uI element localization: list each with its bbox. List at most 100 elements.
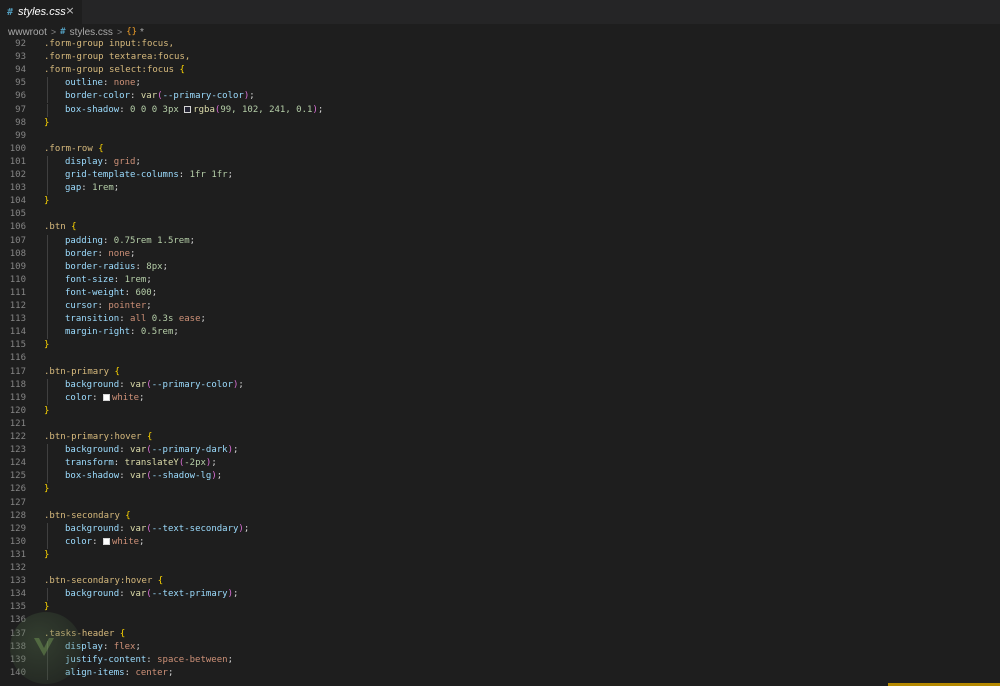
code-line[interactable]: 112 cursor: pointer; <box>0 300 1000 314</box>
code-line[interactable]: 130 color: white; <box>0 535 1000 549</box>
code-line[interactable]: 117 .btn-primary { <box>0 366 1000 379</box>
code-line[interactable]: 129 background: var(--text-secondary); <box>0 522 1000 536</box>
code-token: color <box>65 536 93 547</box>
line-number: 135 <box>9 602 26 613</box>
code-token: background <box>65 589 120 600</box>
code-token: box-shadow <box>65 471 120 482</box>
code-line[interactable]: 136 <box>0 614 1000 627</box>
code-text: align-items: center; <box>65 667 173 680</box>
close-icon[interactable]: × <box>64 5 76 17</box>
code-line[interactable]: 107 padding: 0.75rem 1.5rem; <box>0 234 1000 248</box>
indent-guide <box>47 535 48 549</box>
code-line[interactable]: 131} <box>0 549 1000 562</box>
code-line[interactable]: 113 transition: all 0.3s ease; <box>0 313 1000 327</box>
code-line[interactable]: 105 <box>0 208 1000 221</box>
code-line[interactable]: 115} <box>0 339 1000 352</box>
code-line[interactable]: 139 justify-content: space-between; <box>0 653 1000 667</box>
code-line[interactable]: 98} <box>0 117 1000 130</box>
code-line[interactable]: 126} <box>0 483 1000 496</box>
code-line[interactable]: 111 font-weight: 600; <box>0 286 1000 300</box>
indent-guide <box>47 653 48 667</box>
breadcrumb-file[interactable]: styles.css <box>70 27 113 38</box>
code-text: } <box>44 405 49 418</box>
code-line[interactable]: 114 margin-right: 0.5rem; <box>0 326 1000 340</box>
code-token: transform <box>65 458 114 469</box>
code-line[interactable]: 108 border: none; <box>0 247 1000 261</box>
code-line[interactable]: 122 .btn-primary:hover { <box>0 431 1000 444</box>
code-line[interactable]: 118 background: var(--primary-color); <box>0 378 1000 392</box>
code-token: 0.5rem <box>140 327 174 338</box>
breadcrumb-folder[interactable]: wwwroot <box>8 27 47 38</box>
line-number: 100 <box>9 143 26 154</box>
code-token: : <box>113 458 125 469</box>
code-line[interactable]: 127 <box>0 497 1000 510</box>
code-editor[interactable]: 92 .form-group input:focus, 93 .form-group … <box>0 37 1000 686</box>
code-line[interactable]: 93 .form-group textarea:focus, <box>0 51 1000 64</box>
code-token: ; <box>317 104 324 115</box>
indent-guide <box>47 182 48 196</box>
code-line[interactable]: 123 background: var(--primary-dark); <box>0 444 1000 458</box>
code-line[interactable]: 116 <box>0 352 1000 365</box>
code-line[interactable]: 95 outline: none; <box>0 77 1000 91</box>
code-line[interactable]: 101 display: grid; <box>0 155 1000 169</box>
code-line[interactable]: 110 font-size: 1rem; <box>0 273 1000 287</box>
indent-guide <box>47 522 48 536</box>
code-line[interactable]: 106 .btn { <box>0 221 1000 234</box>
code-line[interactable]: 104} <box>0 195 1000 208</box>
code-text: background: var(--primary-dark); <box>65 444 238 457</box>
code-token: ; <box>238 379 244 390</box>
code-token: ; <box>135 641 141 652</box>
code-line[interactable]: 100 .form-row { <box>0 143 1000 156</box>
code-line[interactable]: 119 color: white; <box>0 391 1000 405</box>
code-line[interactable]: 97 box-shadow: 0 0 0 3px rgba(99, 102, 24… <box>0 103 1000 117</box>
code-text: box-shadow: 0 0 0 3px rgba(99, 102, 241,… <box>65 104 323 117</box>
code-line[interactable]: 138 display: flex; <box>0 640 1000 654</box>
code-token: : <box>119 379 131 390</box>
code-token: 8px <box>146 261 163 272</box>
tab-styles-css[interactable]: # styles.css × <box>0 0 82 24</box>
code-token: none <box>113 78 136 89</box>
code-line[interactable]: 94 .form-group select:focus { <box>0 64 1000 77</box>
line-number: 129 <box>9 523 26 534</box>
code-line[interactable]: 120} <box>0 405 1000 418</box>
vertical-scrollbar[interactable] <box>992 40 1000 686</box>
line-number: 98 <box>15 117 26 128</box>
code-line[interactable]: 132 <box>0 562 1000 575</box>
code-line[interactable]: 140 align-items: center; <box>0 666 1000 680</box>
breadcrumb-symbol[interactable]: * <box>140 27 144 38</box>
code-line[interactable]: 137 .tasks-header { <box>0 628 1000 641</box>
code-token: --text-secondary <box>151 523 239 534</box>
code-line[interactable]: 102 grid-template-columns: 1fr 1fr; <box>0 169 1000 183</box>
code-text: .btn { <box>44 221 77 234</box>
color-swatch-icon[interactable] <box>102 537 110 545</box>
color-swatch-icon[interactable] <box>102 393 110 401</box>
code-token: { <box>179 65 185 76</box>
css-file-icon: # <box>7 6 14 18</box>
code-line[interactable]: 103 gap: 1rem; <box>0 182 1000 196</box>
code-line[interactable]: 96 border-color: var(--primary-color); <box>0 90 1000 104</box>
color-swatch-icon[interactable] <box>184 105 192 113</box>
line-number: 131 <box>9 549 26 560</box>
code-token: 600 <box>135 287 152 298</box>
code-token: { <box>146 432 153 442</box>
code-line[interactable]: 125 box-shadow: var(--shadow-lg); <box>0 470 1000 484</box>
code-line[interactable]: 134 background: var(--text-primary); <box>0 588 1000 602</box>
code-token: } <box>44 405 50 416</box>
line-number: 101 <box>9 156 26 167</box>
indent-guide <box>47 155 48 169</box>
code-line[interactable]: 99 <box>0 130 1000 143</box>
code-token: var <box>130 379 147 390</box>
code-token: } <box>44 117 50 128</box>
indent-guide <box>47 313 48 327</box>
code-line[interactable]: 133 .btn-secondary:hover { <box>0 575 1000 588</box>
code-line[interactable]: 121 <box>0 418 1000 431</box>
code-line[interactable]: 128 .btn-secondary { <box>0 510 1000 523</box>
code-token: var <box>130 523 147 534</box>
code-text: .btn-secondary:hover { <box>44 575 163 588</box>
code-line[interactable]: 109 border-radius: 8px; <box>0 260 1000 274</box>
code-line[interactable]: 92 .form-group input:focus, <box>0 38 1000 51</box>
code-line[interactable]: 124 transform: translateY(-2px); <box>0 457 1000 471</box>
code-token: --primary-color <box>151 379 233 390</box>
line-number: 121 <box>9 418 26 429</box>
code-line[interactable]: 135} <box>0 601 1000 614</box>
